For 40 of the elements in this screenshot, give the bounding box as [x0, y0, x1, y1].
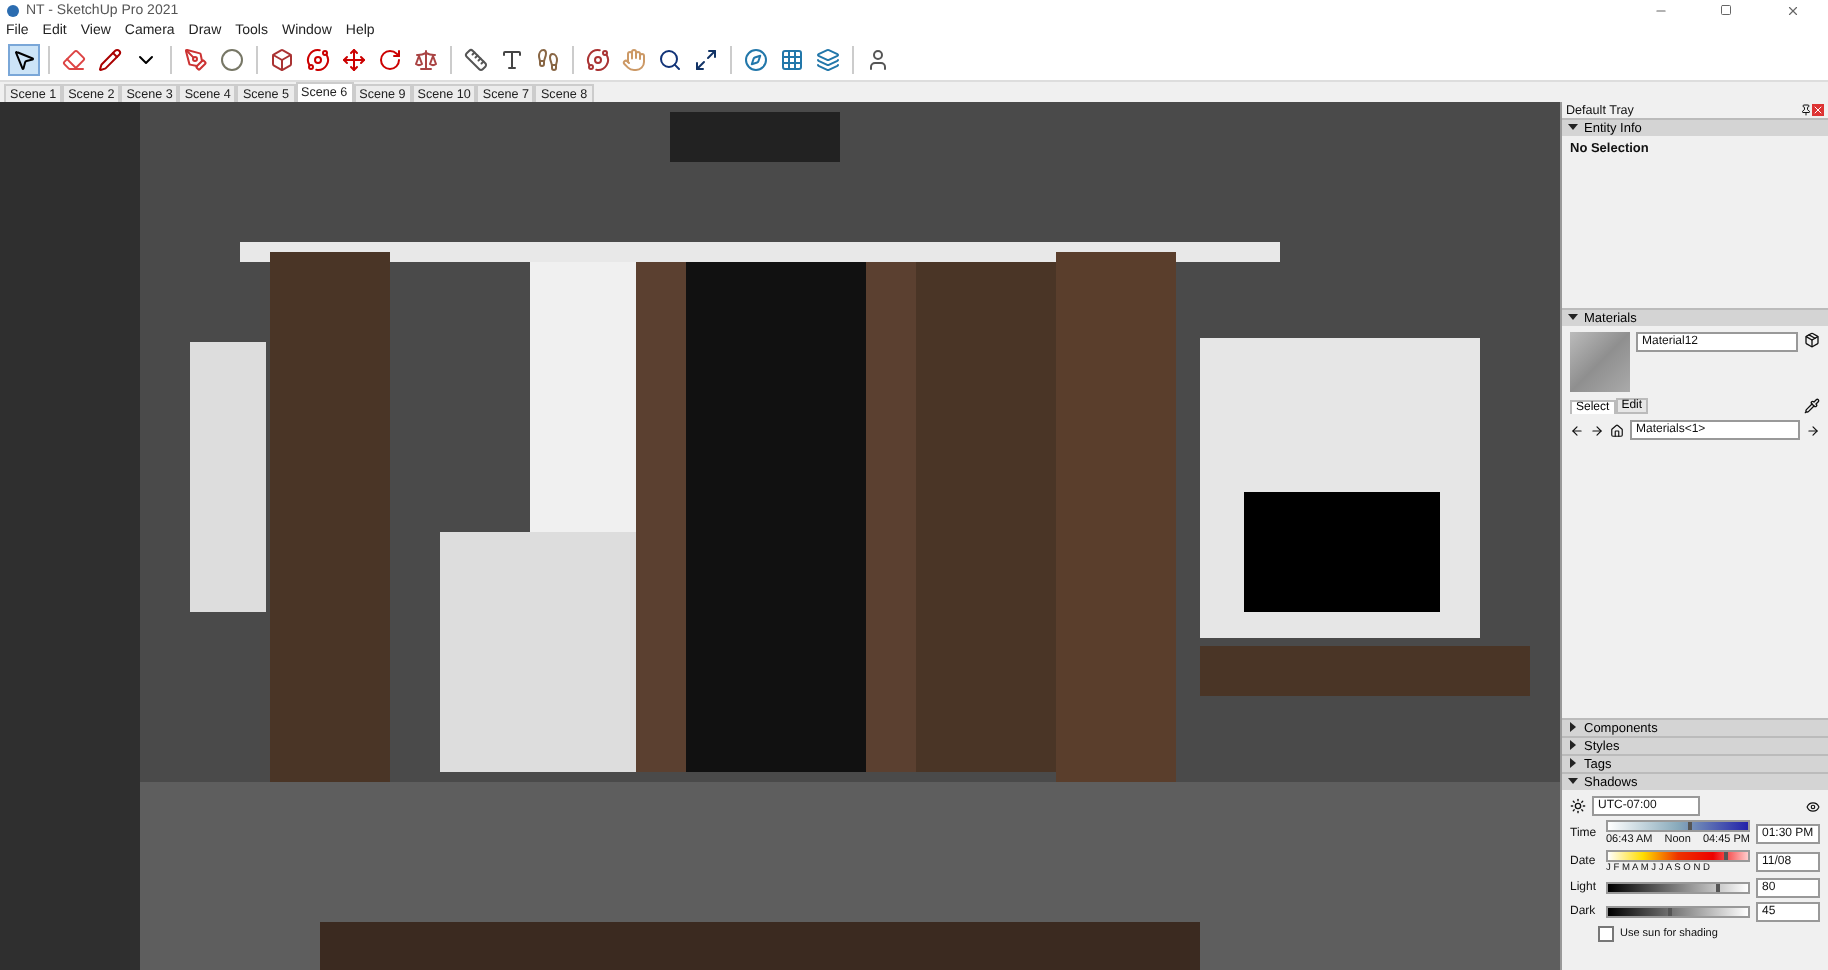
text-icon: [500, 48, 524, 72]
back-arrow-icon[interactable]: [1570, 423, 1584, 437]
close-icon[interactable]: [1812, 104, 1824, 116]
checkbox[interactable]: [1598, 926, 1614, 942]
toolbar-button[interactable]: [94, 44, 126, 76]
app-logo-icon: [6, 3, 20, 17]
user-icon: [866, 48, 890, 72]
rotate-icon: [378, 48, 402, 72]
toolbar-button[interactable]: [8, 44, 40, 76]
expanded-triangle-icon: [1568, 775, 1578, 789]
eraser-icon: [62, 48, 86, 72]
search-icon: [658, 48, 682, 72]
orbit-icon: [586, 48, 610, 72]
toolbar-button[interactable]: [690, 44, 722, 76]
pencil-icon: [98, 48, 122, 72]
expanded-triangle-icon: [1568, 311, 1578, 325]
dark-slider[interactable]: [1606, 906, 1750, 918]
circle-icon: [220, 48, 244, 72]
light-slider[interactable]: [1606, 882, 1750, 894]
cursor-icon: [12, 48, 36, 72]
toolbar-button[interactable]: [654, 44, 686, 76]
move-icon: [342, 48, 366, 72]
expanded-triangle-icon: [1568, 121, 1578, 135]
toolbar-button[interactable]: [582, 44, 614, 76]
zoom-extents-icon: [694, 48, 718, 72]
home-icon[interactable]: [1610, 423, 1624, 437]
date-slider[interactable]: [1606, 850, 1750, 862]
material-swatch: [1570, 332, 1630, 392]
time-slider[interactable]: [1606, 820, 1750, 832]
layers-icon: [816, 48, 840, 72]
toolbar-button[interactable]: [460, 44, 492, 76]
eyedropper-icon[interactable]: [1804, 398, 1820, 414]
tape-measure-icon: [464, 48, 488, 72]
forward-arrow-icon[interactable]: [1590, 423, 1604, 437]
details-arrow-icon[interactable]: [1806, 423, 1820, 437]
shadow-toggle-icon[interactable]: [1570, 798, 1586, 814]
hand-icon: [622, 48, 646, 72]
pin-icon[interactable]: [1800, 104, 1812, 116]
scale-icon: [414, 48, 438, 72]
toolbar-button[interactable]: [266, 44, 298, 76]
